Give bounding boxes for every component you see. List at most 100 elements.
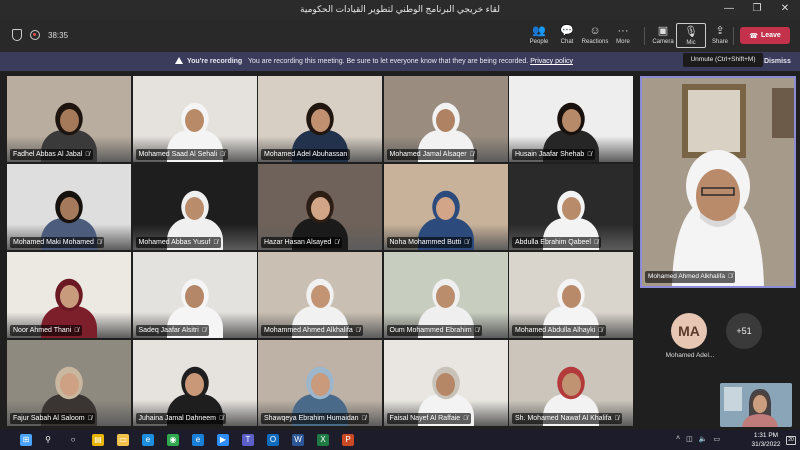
participant-tile[interactable]: Abdulla Ebrahim Qabeel 🎙̸ xyxy=(509,164,633,250)
recording-text: You are recording this meeting. Be sure … xyxy=(247,58,529,65)
excel-icon[interactable]: X xyxy=(317,434,329,446)
participant-tile[interactable]: Juhaina Jamal Dahneem 🎙̸ xyxy=(132,340,257,426)
close-icon[interactable]: ✕ xyxy=(778,2,792,16)
windows-taskbar: ⊞ ⚲ ○ ▤ ▭ e ◉ e ▶ T O W X P ˄ ◫ 🔈 ▭ 1:31 PM 31/3/2022… xyxy=(0,430,800,450)
participant-tile[interactable]: Faisal Nayef Al Raffaie 🎙̸ xyxy=(383,340,508,426)
shield-icon[interactable] xyxy=(12,29,22,41)
participant-name: Shawqeya Ebrahim Humaidan xyxy=(264,415,359,422)
participant-nameplate: Sadeq Jaafar Alsitri 🎙̸ xyxy=(135,325,210,336)
participant-tile[interactable]: Fajur Sabah Al Saloom 🎙̸ xyxy=(7,340,131,426)
battery-icon[interactable]: ▭ xyxy=(713,435,720,443)
toolbar-divider xyxy=(644,27,645,45)
title-bar: لقاء خريجي البرنامج الوطني لتطوير القياد… xyxy=(0,0,800,20)
participant-nameplate: Mohammed Ahmed Alkhalifa 🎙̸ xyxy=(261,325,364,336)
phone-hangup-icon: ☎ xyxy=(749,32,758,40)
window-controls: — ❐ ✕ xyxy=(722,2,792,16)
participant-nameplate: Abdulla Ebrahim Qabeel 🎙̸ xyxy=(512,237,602,248)
leave-button[interactable]: ☎ Leave xyxy=(740,27,790,44)
mic-button[interactable]: 🎙 Mic xyxy=(676,23,706,48)
participant-tile[interactable]: Mohamed Abdulla Alhayki 🎙̸ xyxy=(509,252,633,338)
recording-heading: You're recording xyxy=(187,58,243,65)
participant-nameplate: Oum Mohammed Ebrahim 🎙̸ xyxy=(386,325,483,336)
participant-tile[interactable]: Mohamed Abbas Yusuf 🎙̸ xyxy=(132,164,257,250)
teams-icon[interactable]: T xyxy=(242,434,254,446)
participant-tile[interactable]: Shawqeya Ebrahim Humaidan 🎙̸ xyxy=(258,340,382,426)
participant-nameplate: Hazar Hasan Alsayed 🎙̸ xyxy=(261,237,342,248)
taskbar-clock[interactable]: 1:31 PM 31/3/2022 xyxy=(748,431,784,449)
more-button[interactable]: ··· More xyxy=(608,23,638,45)
reactions-icon: ☺ xyxy=(589,25,601,37)
chat-button[interactable]: 💬 Chat xyxy=(552,23,582,45)
participant-tile[interactable]: Husain Jaafar Shehab 🎙̸ xyxy=(509,76,633,162)
participant-name: Fajur Sabah Al Saloom xyxy=(13,415,85,422)
participant-tile[interactable]: Noha Mohammed Butti 🎙̸ xyxy=(383,164,508,250)
notification-icon[interactable]: 20 xyxy=(786,436,796,445)
dismiss-button[interactable]: Dismiss xyxy=(764,55,791,68)
participant-face xyxy=(310,197,330,220)
spotlight-video[interactable]: Mohamed Ahmed Alkhalifa 🎙̸ xyxy=(640,76,796,288)
powerpoint-icon[interactable]: P xyxy=(342,434,354,446)
participant-name: Mohamed Jamal Alsaqer xyxy=(389,151,467,158)
more-participants-button[interactable]: +51 xyxy=(726,313,762,349)
participant-nameplate: Noha Mohammed Butti 🎙̸ xyxy=(386,237,472,248)
word-icon[interactable]: W xyxy=(292,434,304,446)
search-icon[interactable]: ⚲ xyxy=(42,434,54,446)
speaker-icon[interactable]: 🔈 xyxy=(699,435,708,443)
participant-face xyxy=(310,109,330,132)
participant-tile[interactable]: Sadeq Jaafar Alsitri 🎙̸ xyxy=(132,252,257,338)
participant-tile[interactable]: Fadhel Abbas Al Jabal 🎙̸ xyxy=(7,76,131,162)
file-explorer-icon[interactable]: ▭ xyxy=(117,434,129,446)
participant-nameplate: Faisal Nayef Al Raffaie 🎙̸ xyxy=(386,413,471,424)
participant-nameplate: Mohamed Jamal Alsaqer 🎙̸ xyxy=(386,149,478,160)
widgets-icon[interactable]: ▤ xyxy=(92,434,104,446)
participant-tile[interactable]: Sh. Mohamed Nawaf Al Khalifa 🎙̸ xyxy=(509,340,633,426)
zoom-icon[interactable]: ▶ xyxy=(217,434,229,446)
restore-icon[interactable]: ❐ xyxy=(750,2,764,16)
participant-nameplate: Sh. Mohamed Nawaf Al Khalifa 🎙̸ xyxy=(512,413,622,424)
mic-off-icon: 🎙̸ xyxy=(474,328,480,334)
participant-name: Mohamed Maki Mohamed xyxy=(13,239,94,246)
recording-banner: You're recording You are recording this … xyxy=(0,52,800,71)
people-button[interactable]: 👥 People xyxy=(524,23,554,45)
outlook-icon[interactable]: O xyxy=(267,434,279,446)
leave-label: Leave xyxy=(760,32,781,39)
portrait-photo xyxy=(688,90,740,152)
self-view-video[interactable] xyxy=(720,383,792,427)
minimize-icon[interactable]: — xyxy=(722,2,736,16)
task-view-icon[interactable]: ○ xyxy=(67,434,79,446)
participant-tile[interactable]: Mohamed Saad Al Sehali 🎙̸ xyxy=(132,76,257,162)
participant-nameplate: Mohamed Adel Abuhassan xyxy=(261,149,351,160)
participant-tile[interactable]: Hazar Hasan Alsayed 🎙̸ xyxy=(258,164,382,250)
participant-name: Mohamed Adel Abuhassan xyxy=(264,151,348,158)
participant-tile[interactable]: Noor Ahmed Thani 🎙̸ xyxy=(7,252,131,338)
network-icon[interactable]: ◫ xyxy=(686,435,693,443)
privacy-policy-link[interactable]: Privacy policy xyxy=(530,58,573,65)
ie-icon[interactable]: e xyxy=(192,434,204,446)
chevron-up-icon[interactable]: ˄ xyxy=(676,435,680,443)
participant-tile[interactable]: Mohammed Ahmed Alkhalifa 🎙̸ xyxy=(258,252,382,338)
participant-name: Mohamed Abdulla Alhayki xyxy=(515,327,596,334)
participant-nameplate: Noor Ahmed Thani 🎙̸ xyxy=(10,325,82,336)
participant-face xyxy=(185,373,204,396)
reactions-button[interactable]: ☺ Reactions xyxy=(580,23,610,45)
start-icon[interactable]: ⊞ xyxy=(20,434,32,446)
share-button[interactable]: ⇪ Share xyxy=(705,23,735,45)
participant-name: Husain Jaafar Shehab xyxy=(515,151,585,158)
avatar[interactable]: MA xyxy=(671,313,707,349)
more-icon: ··· xyxy=(617,25,629,37)
spotlight-figure xyxy=(642,78,794,286)
participant-name: Sh. Mohamed Nawaf Al Khalifa xyxy=(515,415,612,422)
participant-tile[interactable]: Mohamed Adel Abuhassan xyxy=(258,76,382,162)
camera-button[interactable]: ▣ Camera xyxy=(648,23,678,45)
participant-tile[interactable]: Oum Mohammed Ebrahim 🎙̸ xyxy=(383,252,508,338)
chrome-icon[interactable]: ◉ xyxy=(167,434,179,446)
edge-icon[interactable]: e xyxy=(142,434,154,446)
mic-off-icon: 🎙̸ xyxy=(74,328,79,334)
participant-name: Noha Mohammed Butti xyxy=(389,239,462,246)
mic-off-icon: 🎙̸ xyxy=(587,152,592,158)
participant-name: Fadhel Abbas Al Jabal xyxy=(13,151,83,158)
participant-tile[interactable]: Mohamed Maki Mohamed 🎙̸ xyxy=(7,164,131,250)
participant-tile[interactable]: Mohamed Jamal Alsaqer 🎙̸ xyxy=(383,76,508,162)
portrait-frame xyxy=(772,88,794,138)
unmute-tooltip: Unmute (Ctrl+Shift+M) xyxy=(683,53,763,67)
